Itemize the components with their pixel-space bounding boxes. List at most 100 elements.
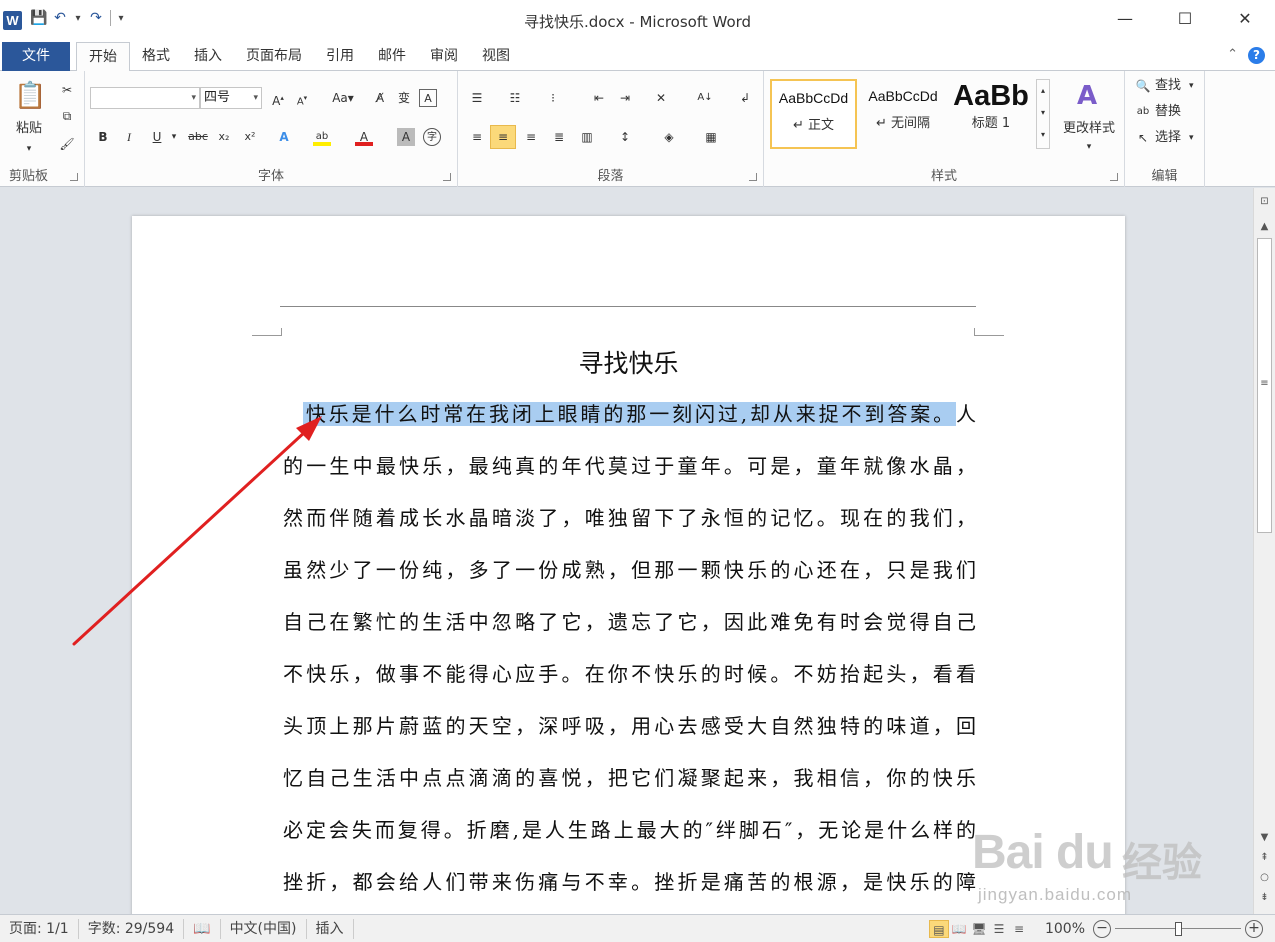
minimize-button[interactable]: —: [1095, 0, 1155, 38]
style-heading-1[interactable]: AaBb 标题 1: [948, 79, 1034, 149]
line-spacing-icon[interactable]: ↕: [616, 128, 634, 146]
increase-indent-icon[interactable]: ⇥: [616, 89, 634, 107]
select-dropdown-icon[interactable]: ▾: [1189, 128, 1194, 148]
tab-mailings[interactable]: 邮件: [366, 42, 418, 71]
italic-icon[interactable]: I: [120, 128, 138, 146]
zoom-out-button[interactable]: −: [1093, 920, 1111, 938]
justify-icon[interactable]: ≣: [550, 128, 568, 146]
distributed-icon[interactable]: ▥: [578, 128, 596, 146]
shrink-font-icon[interactable]: A▾: [293, 89, 311, 107]
web-layout-view-icon[interactable]: 🖥: [969, 920, 989, 938]
grow-font-icon[interactable]: A▴: [269, 89, 287, 108]
maximize-button[interactable]: ☐: [1155, 0, 1215, 38]
align-left-icon[interactable]: ≡: [468, 128, 486, 146]
style-no-spacing[interactable]: AaBbCcDd ↵ 无间隔: [860, 79, 946, 149]
chinese-layout-icon[interactable]: ✕: [652, 89, 670, 107]
select-icon[interactable]: ↖: [1134, 129, 1152, 147]
find-icon[interactable]: 🔍: [1134, 77, 1152, 95]
paragraph-launcher-icon[interactable]: [749, 173, 757, 181]
paste-button[interactable]: 粘贴: [10, 119, 48, 139]
underline-icon[interactable]: U: [148, 128, 166, 146]
font-name-combo[interactable]: [90, 87, 200, 109]
style-normal[interactable]: AaBbCcDd ↵ 正文: [770, 79, 857, 149]
replace-icon[interactable]: ab: [1134, 103, 1152, 121]
minimize-ribbon-icon[interactable]: ⌃: [1227, 47, 1238, 64]
outline-view-icon[interactable]: ☰: [989, 920, 1009, 938]
page-count[interactable]: 页面: 1/1: [0, 918, 79, 939]
cut-icon[interactable]: ✂: [58, 81, 76, 99]
clear-formatting-icon[interactable]: A̸: [371, 89, 389, 107]
insert-mode-indicator[interactable]: 插入: [307, 918, 354, 939]
find-dropdown-icon[interactable]: ▾: [1189, 76, 1194, 96]
underline-dropdown-icon[interactable]: ▾: [165, 128, 183, 146]
tab-references[interactable]: 引用: [314, 42, 366, 71]
strikethrough-icon[interactable]: abc: [187, 128, 209, 146]
tab-file[interactable]: 文件: [2, 42, 70, 71]
align-center-icon[interactable]: ≡: [490, 125, 516, 149]
tab-page-layout[interactable]: 页面布局: [234, 42, 314, 71]
enclose-characters-icon[interactable]: 字: [423, 128, 441, 146]
clipboard-launcher-icon[interactable]: [70, 173, 78, 181]
tab-home[interactable]: 开始: [76, 42, 130, 71]
find-button[interactable]: 查找: [1155, 76, 1181, 96]
tab-insert[interactable]: 插入: [182, 42, 234, 71]
help-icon[interactable]: ?: [1248, 47, 1265, 64]
language-indicator[interactable]: 中文(中国): [221, 918, 307, 939]
selected-text[interactable]: 快乐是什么时常在我闭上眼睛的那一刻闪过,却从来捉不到答案。: [303, 402, 956, 426]
replace-button[interactable]: 替换: [1155, 102, 1181, 122]
bullets-icon[interactable]: ☰: [468, 89, 486, 107]
copy-icon[interactable]: ⧉: [58, 107, 76, 125]
tab-review[interactable]: 审阅: [418, 42, 470, 71]
font-size-combo[interactable]: 四号: [200, 87, 262, 109]
decrease-indent-icon[interactable]: ⇤: [590, 89, 608, 107]
full-screen-reading-view-icon[interactable]: 📖: [949, 920, 969, 938]
scroll-down-icon[interactable]: ▼: [1254, 832, 1275, 843]
zoom-slider[interactable]: [1115, 919, 1241, 939]
change-styles-button[interactable]: 更改样式: [1054, 119, 1124, 139]
superscript-icon[interactable]: x²: [241, 128, 259, 146]
previous-page-icon[interactable]: ⇞: [1254, 852, 1275, 863]
shading-icon[interactable]: ◈: [660, 128, 678, 146]
change-styles-icon[interactable]: A: [1072, 81, 1102, 111]
close-button[interactable]: ✕: [1215, 0, 1275, 38]
document-title[interactable]: 寻找快乐: [132, 344, 1125, 380]
multilevel-list-icon[interactable]: ⁝: [544, 89, 562, 107]
change-case-icon[interactable]: Aa▾: [331, 89, 355, 107]
font-launcher-icon[interactable]: [443, 173, 451, 181]
change-styles-dropdown-icon[interactable]: ▾: [1082, 137, 1096, 157]
sort-icon[interactable]: A↓: [696, 89, 714, 107]
tab-view[interactable]: 视图: [470, 42, 522, 71]
highlight-color-icon[interactable]: ab: [313, 128, 331, 146]
align-right-icon[interactable]: ≡: [522, 128, 540, 146]
character-border-icon[interactable]: A: [419, 89, 437, 107]
paste-dropdown-icon[interactable]: ▾: [22, 139, 36, 159]
format-painter-icon[interactable]: 🖌: [58, 135, 76, 153]
draft-view-icon[interactable]: ≡: [1009, 920, 1029, 938]
text-effects-icon[interactable]: A: [275, 128, 293, 146]
next-page-icon[interactable]: ⇟: [1254, 892, 1275, 903]
numbering-icon[interactable]: ☷: [506, 89, 524, 107]
show-formatting-icon[interactable]: ↲: [736, 89, 754, 107]
paste-icon[interactable]: 📋: [14, 79, 46, 113]
proofing-icon[interactable]: 📖: [184, 918, 221, 939]
zoom-level[interactable]: 100%: [1029, 921, 1093, 937]
scroll-up-icon[interactable]: ▲: [1254, 221, 1275, 232]
select-button[interactable]: 选择: [1155, 128, 1181, 148]
zoom-in-button[interactable]: +: [1245, 920, 1263, 938]
borders-icon[interactable]: ▦: [702, 128, 720, 146]
vertical-scrollbar[interactable]: ⊡ ▲ ≡ ▼ ⇞ ○ ⇟: [1253, 188, 1275, 914]
select-browse-object-icon[interactable]: ○: [1254, 872, 1275, 883]
styles-scroll-icon[interactable]: ▴ ▾ ▾: [1036, 79, 1050, 149]
word-count[interactable]: 字数: 29/594: [79, 918, 185, 939]
tab-format[interactable]: 格式: [130, 42, 182, 71]
document-paragraph[interactable]: 快乐是什么时常在我闭上眼睛的那一刻闪过,却从来捉不到答案。人 的一生中最快乐，最…: [283, 388, 976, 908]
font-color-icon[interactable]: A: [355, 128, 373, 146]
print-layout-view-icon[interactable]: ▤: [928, 920, 949, 938]
styles-launcher-icon[interactable]: [1110, 173, 1118, 181]
phonetic-guide-icon[interactable]: 变: [395, 89, 413, 107]
subscript-icon[interactable]: x₂: [215, 128, 233, 146]
ruler-toggle-icon[interactable]: ⊡: [1254, 196, 1275, 207]
zoom-thumb[interactable]: [1174, 922, 1182, 936]
character-shading-icon[interactable]: A: [397, 128, 415, 146]
bold-icon[interactable]: B: [94, 128, 112, 146]
